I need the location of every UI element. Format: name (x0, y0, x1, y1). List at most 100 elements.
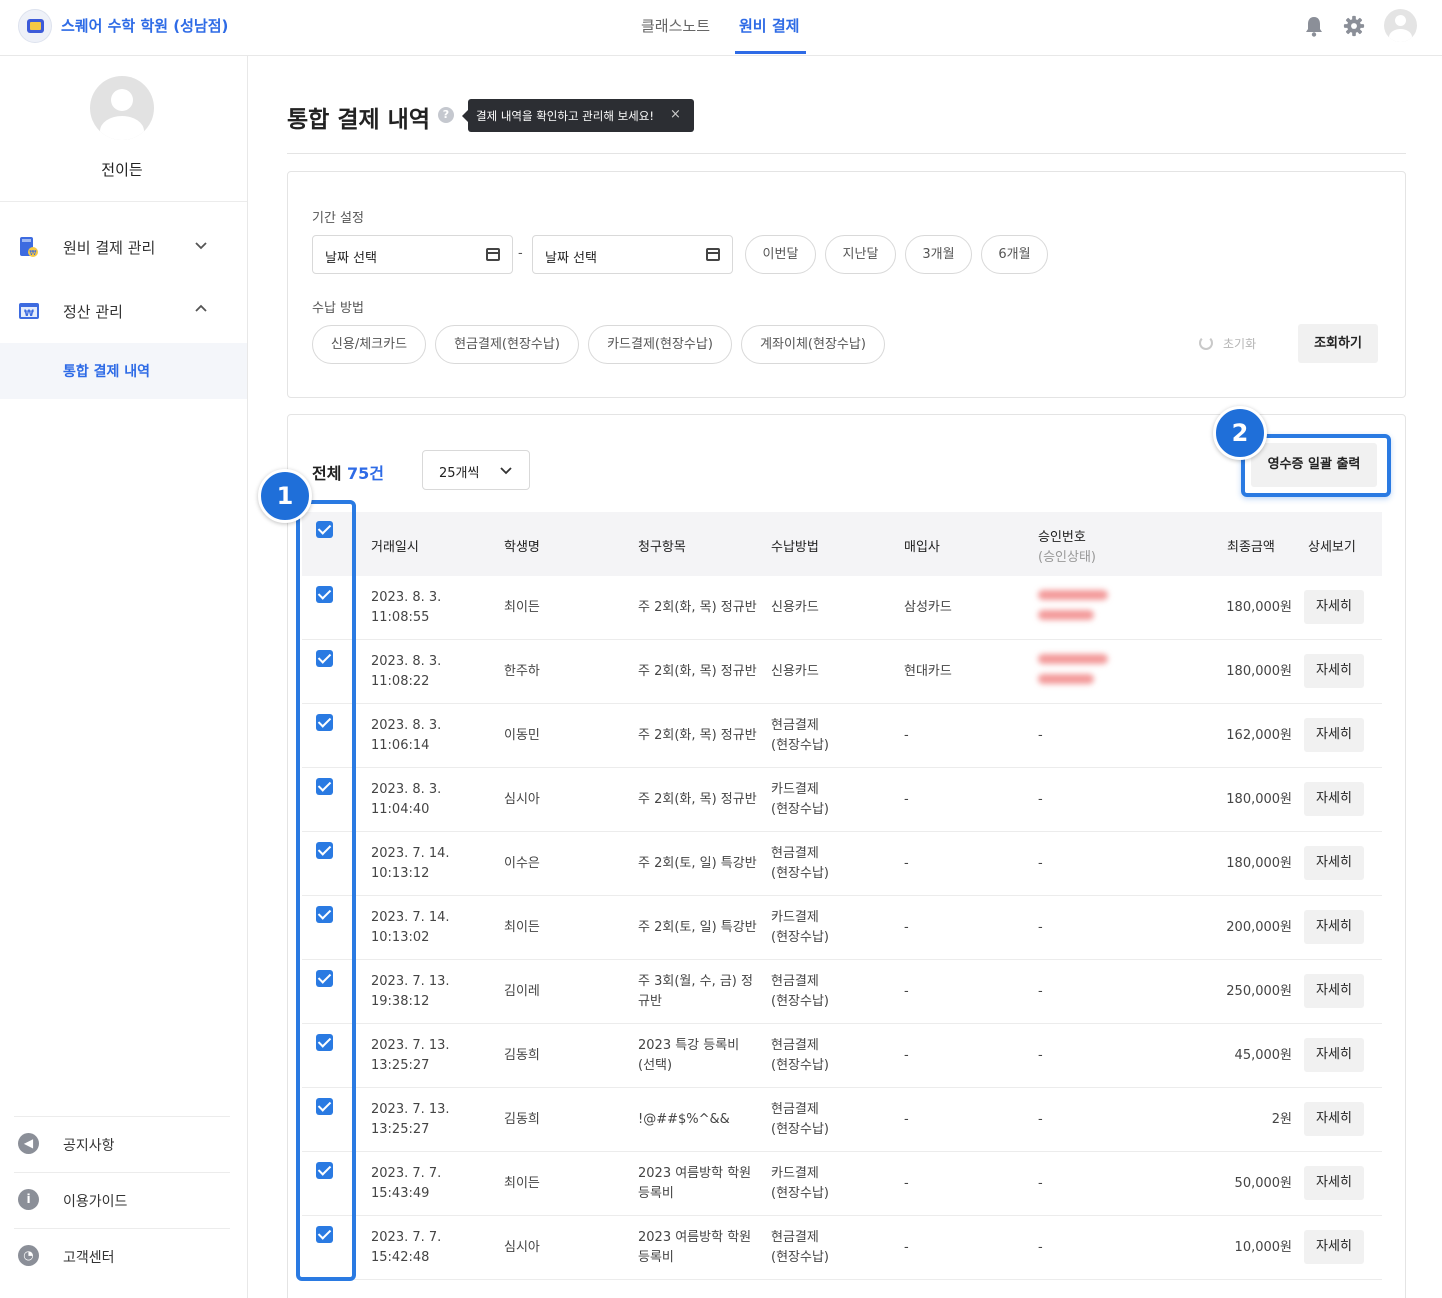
detail-button[interactable]: 자세히 (1304, 910, 1364, 944)
final-amount: 162,000원 (1226, 728, 1292, 743)
billing-item: 주 2회(화, 목) 정규반 (638, 792, 757, 807)
period-last-month-button[interactable]: 지난달 (825, 235, 896, 274)
approval-number: - (1038, 1048, 1043, 1063)
sidebar-link-support[interactable]: ◔ 고객센터 (14, 1234, 234, 1278)
detail-button[interactable]: 자세히 (1304, 974, 1364, 1008)
transaction-datetime: 2023. 7. 13. 13:25:27 (371, 1036, 450, 1076)
table-row: 2023. 7. 7. 15:43:49 최이든 2023 여름방학 학원 등록비 카드… (302, 1152, 1382, 1216)
transaction-time: 11:08:55 (371, 610, 430, 625)
reset-button[interactable]: 초기화 (1199, 335, 1257, 352)
detail-button[interactable]: 자세히 (1304, 718, 1364, 752)
tab-tuition-payment[interactable]: 원비 결제 (739, 15, 799, 36)
sidebar-link-label: 공지사항 (63, 1138, 115, 1154)
method-card-onsite-button[interactable]: 카드결제(현장수납) (588, 325, 732, 364)
col-approval: 승인번호 (1038, 530, 1086, 545)
payment-method-name: 현금결제 (771, 974, 819, 989)
billing-item: 2023 여름방학 학원 등록비 (638, 1230, 752, 1265)
total-number: 75건 (347, 464, 385, 483)
detail-button[interactable]: 자세히 (1304, 1230, 1364, 1264)
billing-item: 2023 여름방학 학원 등록비 (638, 1166, 752, 1201)
detail-button[interactable]: 자세히 (1304, 1038, 1364, 1072)
col-approval-sub: (승인상태) (1038, 550, 1096, 565)
payment-method: 현금결제 (현장수납) (771, 844, 829, 884)
method-cash-onsite-button[interactable]: 현금결제(현장수납) (435, 325, 579, 364)
payment-method: 현금결제 (현장수납) (771, 1036, 829, 1076)
transaction-time: 13:25:27 (371, 1058, 430, 1073)
final-amount: 200,000원 (1226, 920, 1292, 935)
payment-method-sub: (현장수납) (771, 930, 829, 945)
transaction-time: 13:25:27 (371, 1122, 430, 1137)
chevron-down-icon[interactable] (194, 238, 208, 252)
detail-button[interactable]: 자세히 (1304, 654, 1364, 688)
transaction-time: 15:43:49 (371, 1186, 430, 1201)
date-placeholder: 날짜 선택 (545, 251, 597, 266)
tab-classnote[interactable]: 클래스노트 (641, 15, 710, 36)
payment-method-name: 현금결제 (771, 1038, 819, 1053)
chevron-up-icon[interactable] (194, 302, 208, 316)
settlement-icon: ₩ (19, 303, 39, 319)
sidebar-link-label: 고객센터 (63, 1250, 115, 1266)
detail-button[interactable]: 자세히 (1304, 846, 1364, 880)
table-row: 2023. 8. 3. 11:04:40 심시아 주 2회(화, 목) 정규반 카드결제… (302, 768, 1382, 832)
col-item: 청구항목 (638, 540, 686, 555)
user-avatar-icon[interactable] (1384, 9, 1417, 42)
acquirer: - (904, 728, 909, 743)
col-student: 학생명 (504, 540, 540, 555)
divider (14, 1228, 230, 1229)
billing-item: 2023 특강 등록비 (선택) (638, 1038, 740, 1073)
billing-item: 주 2회(토, 일) 특강반 (638, 856, 757, 871)
end-date-input[interactable]: 날짜 선택 (532, 235, 733, 274)
detail-button[interactable]: 자세히 (1304, 1166, 1364, 1200)
student-name: 최이든 (504, 600, 540, 615)
transaction-date: 2023. 7. 13. (371, 974, 450, 989)
transaction-datetime: 2023. 7. 14. 10:13:12 (371, 844, 450, 884)
payment-method: 카드결제 (현장수납) (771, 1164, 829, 1204)
approval-number: - (1038, 1176, 1043, 1191)
sidebar-item-tuition-management[interactable]: ₩ 원비 결제 관리 (0, 226, 247, 266)
method-transfer-onsite-button[interactable]: 계좌이체(현장수납) (741, 325, 885, 364)
table-row: 2023. 7. 13. 13:25:27 김동희 !@##$%^&& 현금결제 (현장수… (302, 1088, 1382, 1152)
help-icon[interactable]: ? (438, 107, 454, 123)
transaction-time: 11:06:14 (371, 738, 430, 753)
page-title: 통합 결제 내역 (287, 107, 430, 133)
col-amount: 최종금액 (1227, 540, 1275, 555)
transaction-datetime: 2023. 8. 3. 11:04:40 (371, 780, 441, 820)
sidebar-item-settlement[interactable]: ₩ 정산 관리 (0, 290, 247, 330)
final-amount: 10,000원 (1234, 1240, 1292, 1255)
sidebar-link-guide[interactable]: i 이용가이드 (14, 1178, 234, 1222)
method-card-button[interactable]: 신용/체크카드 (312, 325, 426, 364)
search-button[interactable]: 조회하기 (1298, 324, 1378, 363)
acquirer: - (904, 1240, 909, 1255)
wallet-icon: ₩ (20, 237, 38, 257)
bulk-receipt-print-button[interactable]: 영수증 일괄 출력 (1251, 443, 1377, 487)
top-bar: 스퀘어 수학 학원 (성남점) 클래스노트 원비 결제 (0, 0, 1442, 56)
col-method: 수납방법 (771, 540, 819, 555)
payment-method-name: 현금결제 (771, 1230, 819, 1245)
transaction-datetime: 2023. 8. 3. 11:08:22 (371, 652, 441, 692)
billing-item: 주 2회(토, 일) 특강반 (638, 920, 757, 935)
period-this-month-button[interactable]: 이번달 (745, 235, 816, 274)
period-6-months-button[interactable]: 6개월 (981, 235, 1048, 274)
sidebar-link-notice[interactable]: ◀ 공지사항 (14, 1122, 234, 1166)
per-page-select[interactable]: 25개씩 (422, 450, 530, 490)
reset-label: 초기화 (1223, 337, 1257, 351)
period-3-months-button[interactable]: 3개월 (905, 235, 972, 274)
detail-button[interactable]: 자세히 (1304, 590, 1364, 624)
bell-icon[interactable] (1303, 14, 1325, 38)
payment-method: 신용카드 (771, 598, 819, 618)
billing-item: 주 3회(월, 수, 금) 정규반 (638, 974, 753, 1009)
payment-method-name: 카드결제 (771, 910, 819, 925)
detail-button[interactable]: 자세히 (1304, 782, 1364, 816)
payment-method-sub: (현장수납) (771, 1122, 829, 1137)
detail-button[interactable]: 자세히 (1304, 1102, 1364, 1136)
close-icon[interactable]: × (670, 107, 681, 122)
profile-name: 전이든 (101, 161, 143, 179)
gear-icon[interactable] (1343, 14, 1365, 38)
start-date-input[interactable]: 날짜 선택 (312, 235, 513, 274)
acquirer: 현대카드 (904, 664, 952, 679)
table-row: 2023. 7. 7. 15:42:48 심시아 2023 여름방학 학원 등록비 현금… (302, 1216, 1382, 1280)
academy-name[interactable]: 스퀘어 수학 학원 (성남점) (61, 15, 228, 36)
academy-logo-icon[interactable] (18, 9, 52, 43)
sidebar-subitem-integrated-payments[interactable]: 통합 결제 내역 (0, 343, 247, 399)
payment-method: 현금결제 (현장수납) (771, 972, 829, 1012)
